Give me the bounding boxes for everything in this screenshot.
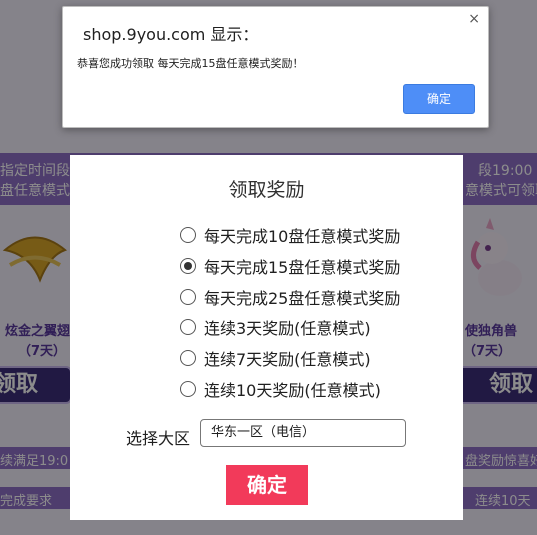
reward-option-25-games[interactable]: 每天完成25盘任意模式奖励 <box>180 285 400 309</box>
region-label: 选择大区 <box>126 429 191 448</box>
radio-checked-icon[interactable] <box>180 258 196 274</box>
alert-title: shop.9you.com 显示： <box>83 25 259 44</box>
reward-option-15-games[interactable]: 每天完成15盘任意模式奖励 <box>180 254 400 278</box>
radio-icon[interactable] <box>180 350 196 366</box>
browser-alert-dialog: shop.9you.com 显示： × 恭喜您成功领取 每天完成15盘任意模式奖… <box>62 6 489 128</box>
alert-ok-button[interactable]: 确定 <box>403 84 475 114</box>
reward-option-3-days[interactable]: 连续3天奖励(任意模式) <box>180 315 371 339</box>
reward-option-10-days[interactable]: 连续10天奖励(任意模式) <box>180 377 381 401</box>
alert-message: 恭喜您成功领取 每天完成15盘任意模式奖励！ <box>77 57 304 70</box>
reward-option-label: 每天完成15盘任意模式奖励 <box>204 258 401 277</box>
radio-icon[interactable] <box>180 227 196 243</box>
close-icon[interactable]: × <box>468 11 480 27</box>
modal-title: 领取奖励 <box>228 179 305 201</box>
reward-option-label: 每天完成25盘任意模式奖励 <box>204 289 401 308</box>
reward-option-10-games[interactable]: 每天完成10盘任意模式奖励 <box>180 223 400 247</box>
reward-option-label: 连续10天奖励(任意模式) <box>204 381 381 400</box>
radio-icon[interactable] <box>180 381 196 397</box>
reward-option-label: 连续7天奖励(任意模式) <box>204 350 371 369</box>
confirm-button[interactable]: 确定 <box>226 465 308 505</box>
reward-option-label: 连续3天奖励(任意模式) <box>204 319 371 338</box>
radio-icon[interactable] <box>180 289 196 305</box>
reward-modal: ✕ 领取奖励 每天完成10盘任意模式奖励 每天完成15盘任意模式奖励 每天完成2… <box>70 155 463 520</box>
region-select[interactable]: 华东一区（电信） <box>200 419 406 447</box>
radio-icon[interactable] <box>180 319 196 335</box>
reward-option-7-days[interactable]: 连续7天奖励(任意模式) <box>180 346 371 370</box>
reward-option-label: 每天完成10盘任意模式奖励 <box>204 227 401 246</box>
